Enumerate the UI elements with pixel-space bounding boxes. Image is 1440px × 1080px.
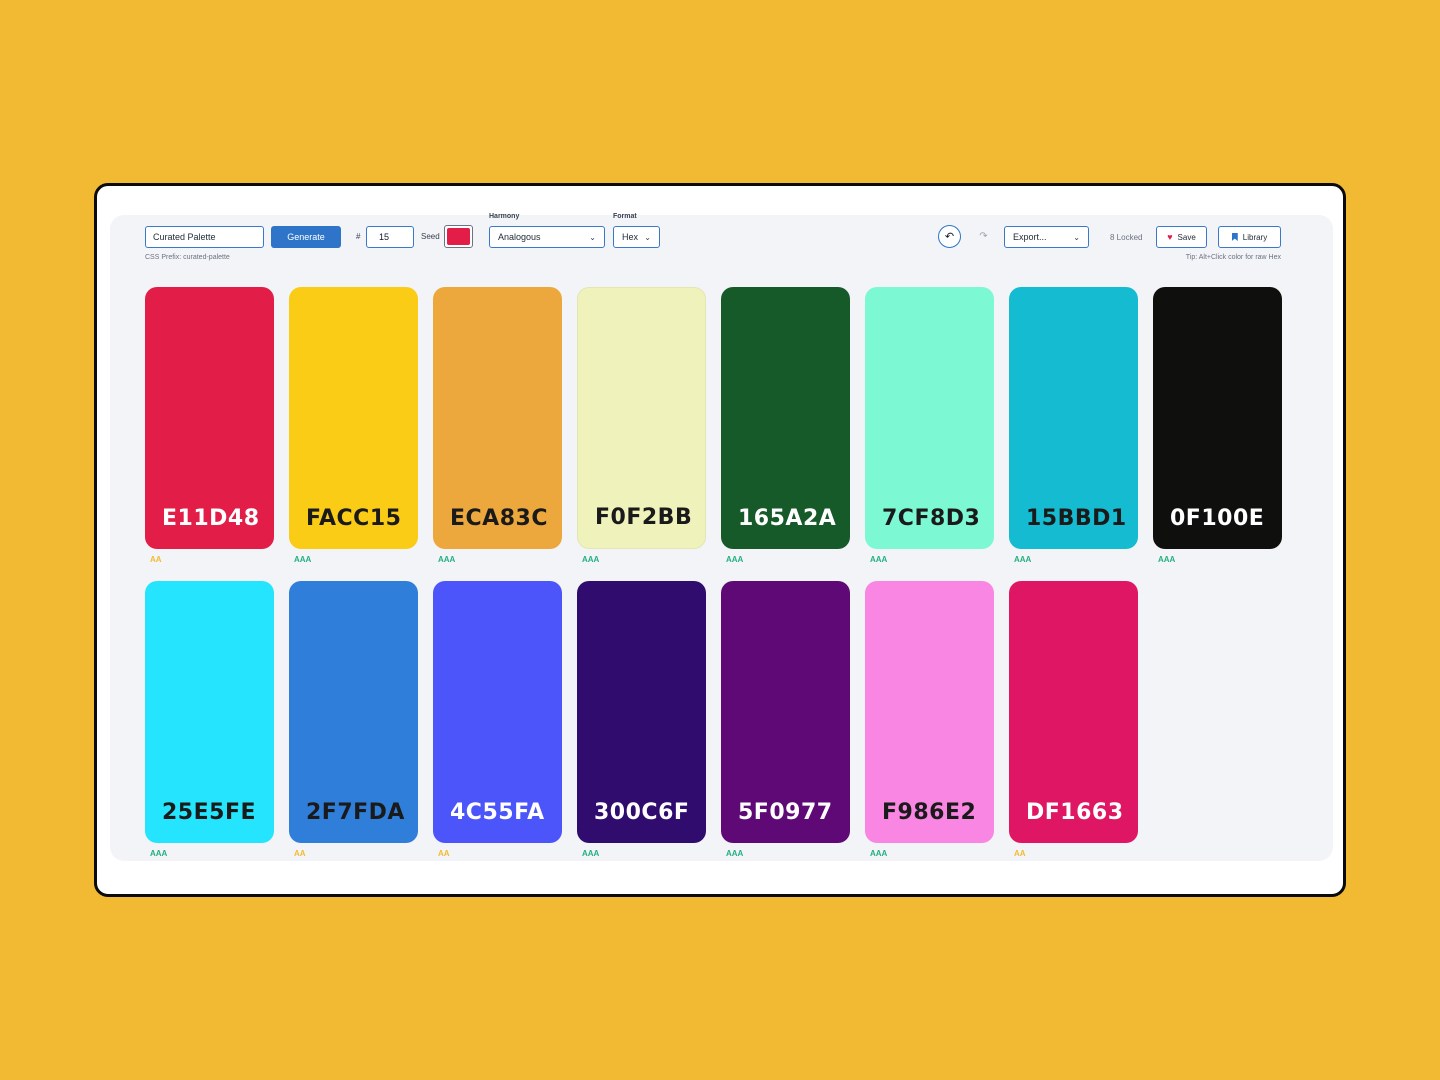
- swatch-card[interactable]: FACC15 AAA: [289, 287, 418, 564]
- swatch-card[interactable]: DF1663 AA: [1009, 581, 1138, 858]
- export-select[interactable]: Export... ⌄: [1004, 226, 1089, 248]
- app-window: CSS Prefix: curated-palette Generate # S…: [94, 183, 1346, 897]
- hex-label: 7CF8D3: [882, 506, 981, 531]
- harmony-label: Harmony: [489, 213, 520, 220]
- color-swatch[interactable]: 5F0977: [721, 581, 850, 843]
- count-input[interactable]: [366, 226, 414, 248]
- hex-label: DF1663: [1026, 800, 1124, 825]
- palette-panel: CSS Prefix: curated-palette Generate # S…: [110, 213, 1333, 861]
- swatch-card[interactable]: F986E2 AAA: [865, 581, 994, 858]
- color-swatch[interactable]: 0F100E: [1153, 287, 1282, 549]
- hex-label: 15BBD1: [1026, 506, 1127, 531]
- format-label: Format: [613, 213, 637, 220]
- hex-label: F0F2BB: [595, 505, 693, 530]
- contrast-rating-badge: AAA: [582, 849, 600, 858]
- contrast-rating-badge: AAA: [1014, 555, 1032, 564]
- undo-icon: ↶: [944, 231, 955, 243]
- hex-label: 2F7FDA: [306, 800, 405, 825]
- css-prefix-note: CSS Prefix: curated-palette: [145, 254, 230, 261]
- contrast-rating-badge: AAA: [726, 555, 744, 564]
- color-swatch[interactable]: F986E2: [865, 581, 994, 843]
- color-swatch[interactable]: FACC15: [289, 287, 418, 549]
- format-select[interactable]: Hex ⌄: [613, 226, 660, 248]
- color-swatch[interactable]: 300C6F: [577, 581, 706, 843]
- color-swatch[interactable]: 15BBD1: [1009, 287, 1138, 549]
- swatch-card[interactable]: 7CF8D3 AAA: [865, 287, 994, 564]
- hex-label: E11D48: [162, 506, 260, 531]
- contrast-rating-badge: AA: [1014, 849, 1026, 858]
- hex-label: 165A2A: [738, 506, 837, 531]
- color-swatch[interactable]: E11D48: [145, 287, 274, 549]
- redo-button[interactable]: ↷: [972, 225, 995, 248]
- contrast-rating-badge: AAA: [150, 849, 168, 858]
- contrast-rating-badge: AAA: [870, 849, 888, 858]
- locked-count: 8 Locked: [1110, 233, 1143, 242]
- contrast-rating-badge: AA: [438, 849, 450, 858]
- seed-color-picker[interactable]: [444, 225, 473, 248]
- swatch-card[interactable]: F0F2BB AAA: [577, 287, 706, 564]
- harmony-select[interactable]: Analogous ⌄: [489, 226, 605, 248]
- hex-label: ECA83C: [450, 506, 548, 531]
- swatch-card[interactable]: 2F7FDA AA: [289, 581, 418, 858]
- swatch-card[interactable]: 5F0977 AAA: [721, 581, 850, 858]
- swatch-card[interactable]: 4C55FA AA: [433, 581, 562, 858]
- contrast-rating-badge: AAA: [726, 849, 744, 858]
- seed-label: Seed: [421, 232, 440, 241]
- count-label: #: [356, 232, 361, 241]
- contrast-rating-badge: AAA: [294, 555, 312, 564]
- contrast-rating-badge: AAA: [438, 555, 456, 564]
- contrast-rating-badge: AAA: [582, 555, 600, 564]
- swatch-card[interactable]: 165A2A AAA: [721, 287, 850, 564]
- swatch-card[interactable]: E11D48 AA: [145, 287, 274, 564]
- color-swatch[interactable]: ECA83C: [433, 287, 562, 549]
- swatch-card[interactable]: 25E5FE AAA: [145, 581, 274, 858]
- heart-icon: ♥: [1167, 232, 1173, 242]
- redo-icon: ↷: [979, 231, 988, 242]
- contrast-rating-badge: AAA: [870, 555, 888, 564]
- hex-label: 5F0977: [738, 800, 833, 825]
- seed-color-fill: [447, 228, 470, 245]
- save-button[interactable]: ♥ Save: [1156, 226, 1207, 248]
- tip-text: Tip: Alt+Click color for raw Hex: [1185, 254, 1281, 261]
- library-button[interactable]: Library: [1218, 226, 1281, 248]
- swatch-card[interactable]: 300C6F AAA: [577, 581, 706, 858]
- hex-label: 0F100E: [1170, 506, 1265, 531]
- hex-label: 4C55FA: [450, 800, 545, 825]
- export-value: Export...: [1013, 232, 1047, 242]
- swatch-card[interactable]: ECA83C AAA: [433, 287, 562, 564]
- color-swatch[interactable]: F0F2BB: [577, 287, 706, 549]
- hex-label: FACC15: [306, 506, 402, 531]
- hex-label: 25E5FE: [162, 800, 257, 825]
- color-swatch[interactable]: 25E5FE: [145, 581, 274, 843]
- chevron-down-icon: ⌄: [589, 232, 596, 242]
- hex-label: 300C6F: [594, 800, 690, 825]
- color-swatch[interactable]: 2F7FDA: [289, 581, 418, 843]
- contrast-rating-badge: AA: [294, 849, 306, 858]
- color-swatch[interactable]: 165A2A: [721, 287, 850, 549]
- library-label: Library: [1242, 232, 1268, 242]
- hex-label: F986E2: [882, 800, 977, 825]
- format-value: Hex: [622, 232, 639, 242]
- palette-name-input[interactable]: [145, 226, 264, 248]
- chevron-down-icon: ⌄: [644, 232, 651, 242]
- swatch-card[interactable]: 15BBD1 AAA: [1009, 287, 1138, 564]
- chevron-down-icon: ⌄: [1073, 232, 1080, 242]
- undo-button[interactable]: ↶: [938, 225, 961, 248]
- bookmark-icon: [1231, 233, 1238, 241]
- swatch-card[interactable]: 0F100E AAA: [1153, 287, 1282, 564]
- color-swatch[interactable]: DF1663: [1009, 581, 1138, 843]
- color-swatch[interactable]: 7CF8D3: [865, 287, 994, 549]
- generate-button[interactable]: Generate: [271, 226, 341, 248]
- save-label: Save: [1177, 232, 1196, 242]
- contrast-rating-badge: AAA: [1158, 555, 1176, 564]
- contrast-rating-badge: AA: [150, 555, 162, 564]
- color-swatch[interactable]: 4C55FA: [433, 581, 562, 843]
- harmony-value: Analogous: [498, 232, 541, 242]
